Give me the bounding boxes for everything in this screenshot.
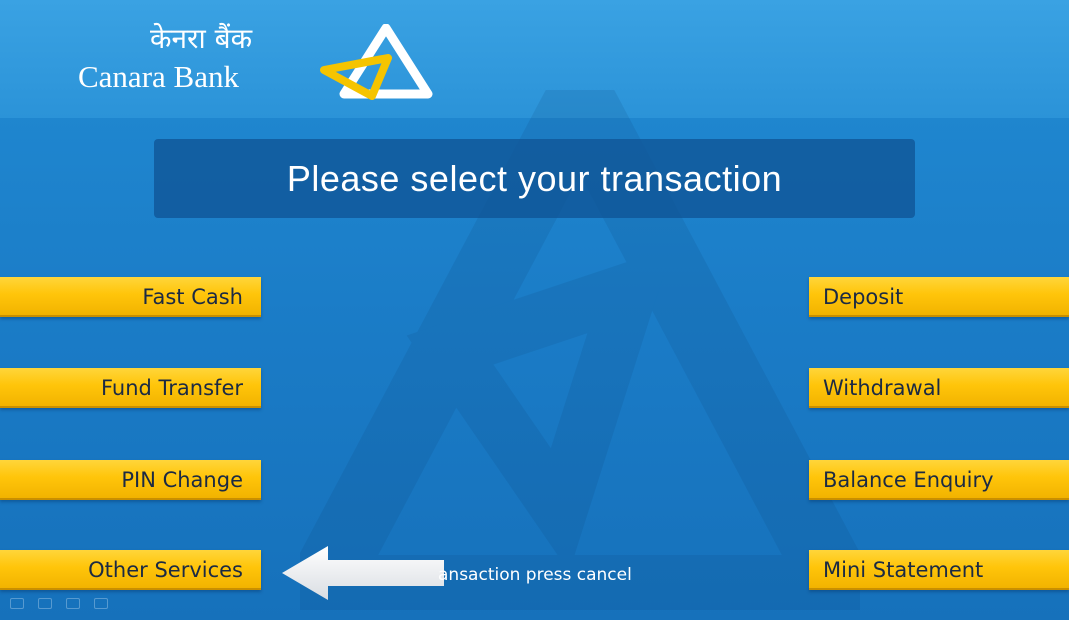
- pin-change-button[interactable]: PIN Change: [0, 460, 261, 500]
- mini-statement-button[interactable]: Mini Statement: [809, 550, 1069, 590]
- logo-hindi-text: केनरा बैंक: [150, 22, 253, 55]
- deposit-button[interactable]: Deposit: [809, 277, 1069, 317]
- fund-transfer-button[interactable]: Fund Transfer: [0, 368, 261, 408]
- left-arrow-icon: [282, 546, 444, 600]
- other-services-button[interactable]: Other Services: [0, 550, 261, 590]
- logo-english-text: Canara Bank: [78, 59, 239, 94]
- toolbar-icon: [38, 598, 52, 609]
- bank-logo: केनरा बैंक Canara Bank: [78, 22, 458, 102]
- canara-triangle-logo-icon: [320, 24, 433, 100]
- toolbar-icon: [94, 598, 108, 609]
- withdrawal-button[interactable]: Withdrawal: [809, 368, 1069, 408]
- toolbar-icon: [66, 598, 80, 609]
- toolbar-icon: [10, 598, 24, 609]
- cancel-hint-text: ansaction press cancel: [438, 565, 632, 585]
- fast-cash-button[interactable]: Fast Cash: [0, 277, 261, 317]
- title-box: Please select your transaction: [154, 139, 915, 218]
- atm-screen: केनरा बैंक Canara Bank Please select you…: [0, 0, 1069, 620]
- balance-enquiry-button[interactable]: Balance Enquiry: [809, 460, 1069, 500]
- bottom-toolbar: [10, 598, 108, 612]
- page-title: Please select your transaction: [286, 157, 783, 199]
